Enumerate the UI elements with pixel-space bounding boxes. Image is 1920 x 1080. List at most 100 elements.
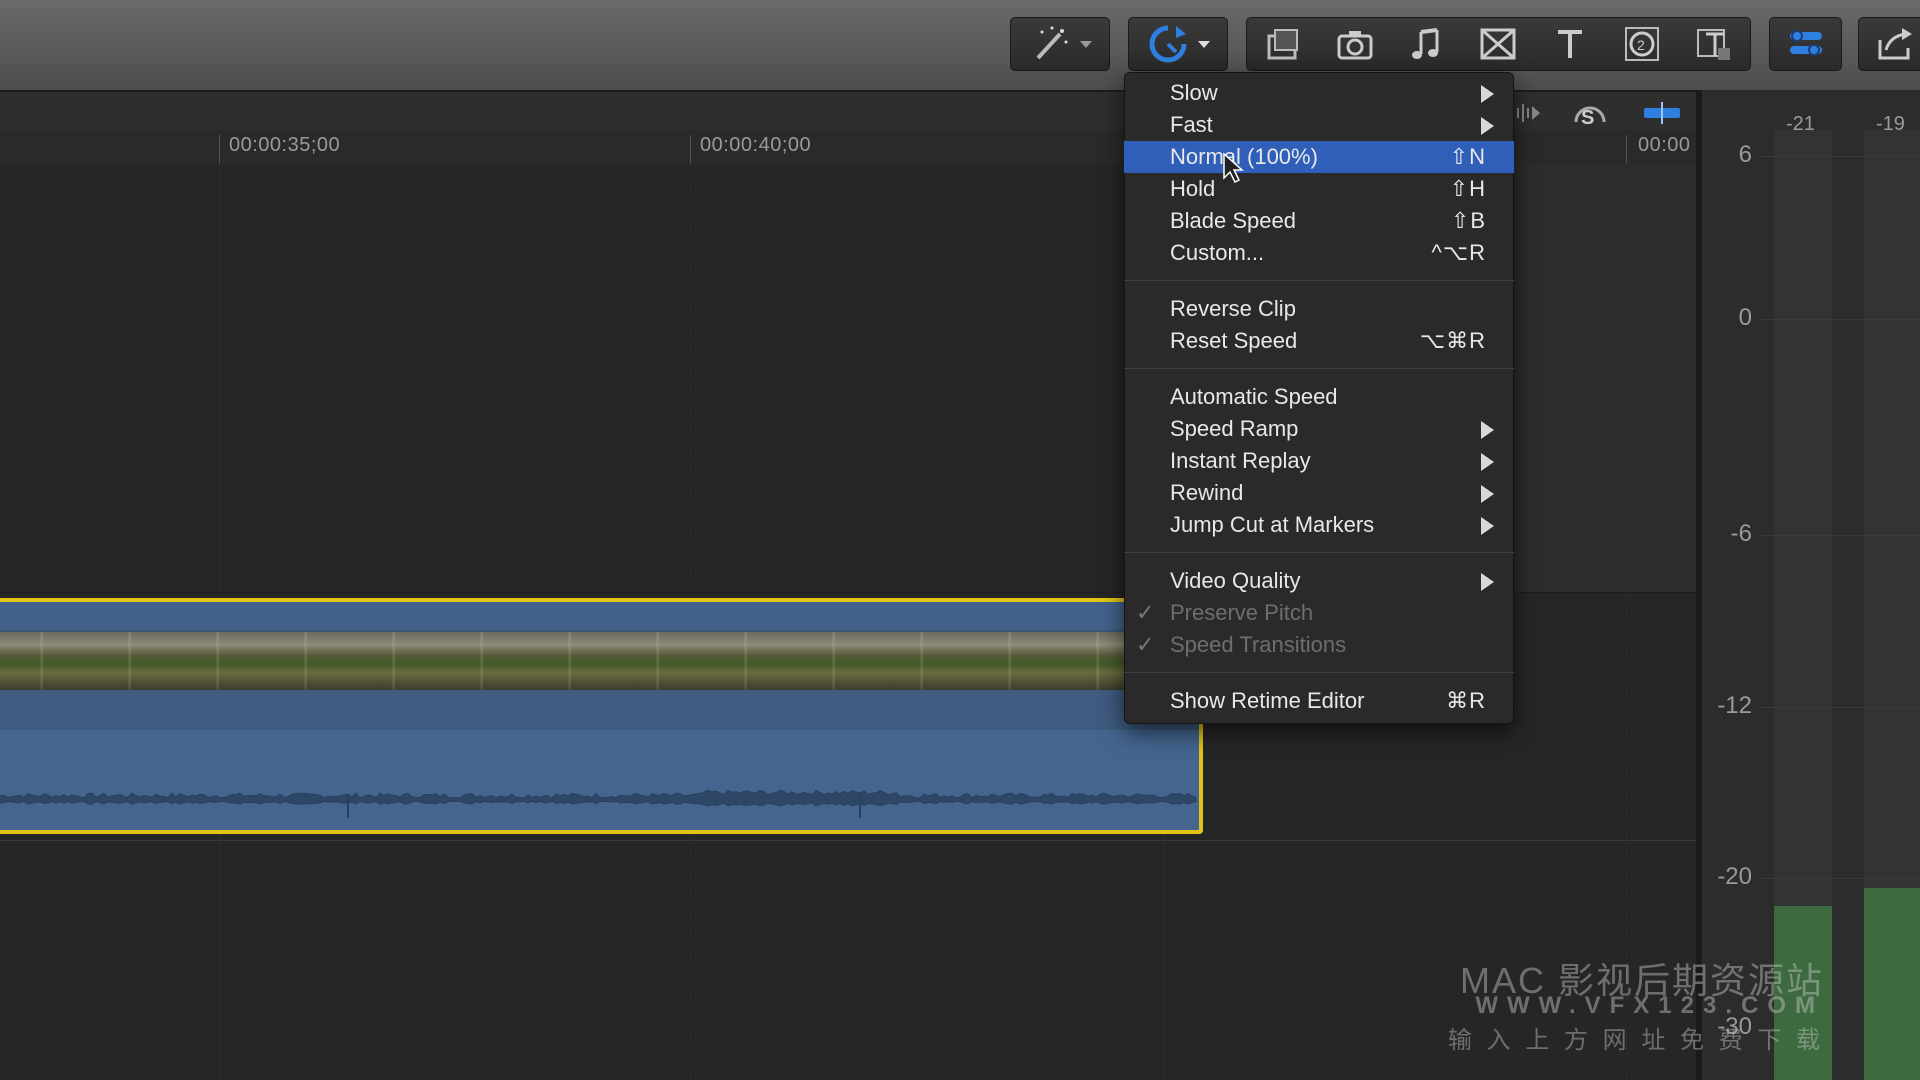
menu-item-label: Speed Transitions	[1170, 632, 1347, 657]
menu-item-blade-speed[interactable]: Blade Speed ⇧B	[1124, 205, 1514, 237]
menu-item-reverse-clip[interactable]: Reverse Clip	[1124, 293, 1514, 325]
music-note-icon[interactable]	[1407, 24, 1447, 64]
menu-item-shortcut: ⌥⌘R	[1419, 328, 1486, 353]
meter-gridline	[1760, 319, 1920, 320]
transitions-icon[interactable]	[1478, 24, 1518, 64]
meter-right-level	[1864, 888, 1920, 1080]
enhancements-button[interactable]	[1010, 17, 1110, 71]
submenu-arrow-icon	[1481, 85, 1494, 103]
skimming-icon[interactable]	[1640, 98, 1684, 128]
clip-filmstrip	[0, 632, 1199, 690]
timecode-label: 00:00:35;00	[229, 134, 341, 156]
chevron-down-icon	[1198, 41, 1210, 48]
menu-item-show-retime-editor[interactable]: Show Retime Editor ⌘R	[1124, 685, 1514, 717]
ruler-tick	[690, 135, 691, 163]
menu-item-label: Video Quality	[1170, 568, 1301, 593]
meter-gridline	[1760, 878, 1920, 879]
submenu-arrow-icon	[1481, 117, 1494, 135]
meter-scale-label: 6	[1738, 141, 1752, 168]
menu-item-speed-transitions[interactable]: ✓ Speed Transitions	[1124, 629, 1514, 661]
menu-separator	[1124, 280, 1514, 281]
timecode-label: 00:00	[1638, 134, 1691, 156]
menu-item-shortcut: ⇧H	[1449, 176, 1486, 201]
timeline-lane	[1510, 164, 1696, 592]
menu-item-label: Speed Ramp	[1170, 416, 1299, 441]
menu-item-speed-ramp[interactable]: Speed Ramp	[1124, 413, 1514, 445]
menu-separator	[1124, 368, 1514, 369]
menu-item-label: Instant Replay	[1170, 448, 1311, 473]
meter-peak-right: -19	[1876, 113, 1905, 135]
retime-button[interactable]	[1128, 17, 1228, 71]
menu-item-preserve-pitch[interactable]: ✓ Preserve Pitch	[1124, 597, 1514, 629]
menu-item-reset-speed[interactable]: Reset Speed ⌥⌘R	[1124, 325, 1514, 357]
camera-icon[interactable]	[1335, 24, 1375, 64]
effects-icon[interactable]	[1263, 24, 1303, 64]
generators-icon[interactable]: 2	[1622, 24, 1662, 64]
menu-item-hold[interactable]: Hold ⇧H	[1124, 173, 1514, 205]
menu-item-shortcut: ⌘R	[1446, 688, 1486, 713]
ruler-tick	[219, 135, 220, 163]
submenu-arrow-icon	[1481, 573, 1494, 591]
clip-audio-waveform	[0, 730, 1199, 830]
mouse-cursor-icon	[1223, 152, 1244, 184]
menu-separator	[1124, 672, 1514, 673]
meter-scale-label: 0	[1738, 304, 1752, 331]
menu-item-shortcut: ⇧B	[1450, 208, 1486, 233]
meter-scale-label: -6	[1730, 520, 1752, 547]
menu-item-custom[interactable]: Custom... ^⌥R	[1124, 237, 1514, 269]
share-button[interactable]	[1858, 17, 1920, 71]
audio-waveform-icon[interactable]	[1514, 98, 1544, 128]
menu-item-automatic-speed[interactable]: Automatic Speed	[1124, 381, 1514, 413]
menu-item-label: Reverse Clip	[1170, 296, 1296, 321]
menu-item-label: Rewind	[1170, 480, 1244, 505]
inspector-icon	[1789, 30, 1822, 56]
menu-item-label: Reset Speed	[1170, 328, 1298, 353]
submenu-arrow-icon	[1481, 485, 1494, 503]
checkmark-icon: ✓	[1136, 600, 1155, 625]
meter-scale-label: -12	[1717, 692, 1752, 719]
inspector-button[interactable]	[1769, 17, 1842, 71]
submenu-arrow-icon	[1481, 453, 1494, 471]
retime-icon	[1149, 25, 1187, 63]
menu-item-label: Slow	[1170, 80, 1218, 105]
watermark-line2: WWW.VFX123.COM	[1475, 992, 1824, 1019]
magic-wand-icon	[1036, 26, 1068, 60]
title-t-icon[interactable]	[1550, 24, 1590, 64]
menu-item-label: Preserve Pitch	[1170, 600, 1314, 625]
meter-peak-left: -21	[1786, 113, 1815, 135]
lane-divider	[0, 840, 1696, 841]
menu-item-rewind[interactable]: Rewind	[1124, 477, 1514, 509]
clip-audio-header	[0, 690, 1199, 730]
menu-item-label: Jump Cut at Markers	[1170, 512, 1375, 537]
clip-header	[0, 602, 1199, 630]
menu-item-label: Hold	[1170, 176, 1216, 201]
checkmark-icon: ✓	[1136, 632, 1155, 657]
media-browsers-group: 2	[1246, 17, 1751, 71]
menu-item-normal[interactable]: Normal (100%) ⇧N	[1124, 141, 1514, 173]
watermark-line3: 输 入 上 方 网 址 免 费 下 载	[1447, 1027, 1824, 1054]
waveform-graphic	[0, 789, 1197, 818]
menu-item-fast[interactable]: Fast	[1124, 109, 1514, 141]
share-icon	[1878, 28, 1912, 60]
chevron-down-icon	[1080, 41, 1092, 48]
menu-item-label: Custom...	[1170, 240, 1265, 265]
menu-item-video-quality[interactable]: Video Quality	[1124, 565, 1514, 597]
themes-icon[interactable]	[1694, 24, 1734, 64]
menu-item-shortcut: ^⌥R	[1431, 240, 1486, 265]
menu-item-shortcut: ⇧N	[1449, 144, 1486, 169]
submenu-arrow-icon	[1481, 421, 1494, 439]
meter-gridline	[1760, 707, 1920, 708]
menu-item-slow[interactable]: Slow	[1124, 77, 1514, 109]
menu-item-jump-cut-at-markers[interactable]: Jump Cut at Markers	[1124, 509, 1514, 541]
solo-icon[interactable]: S	[1570, 98, 1610, 132]
svg-text:2: 2	[1637, 37, 1645, 53]
meter-gridline	[1760, 535, 1920, 536]
menu-item-label: Show Retime Editor	[1170, 688, 1365, 713]
timecode-label: 00:00:40;00	[700, 134, 812, 156]
menu-item-label: Automatic Speed	[1170, 384, 1338, 409]
menu-item-label: Blade Speed	[1170, 208, 1296, 233]
menu-item-instant-replay[interactable]: Instant Replay	[1124, 445, 1514, 477]
svg-text:S: S	[1581, 107, 1594, 129]
ruler-tick	[1626, 135, 1627, 163]
meter-scale-label: -20	[1717, 863, 1752, 890]
